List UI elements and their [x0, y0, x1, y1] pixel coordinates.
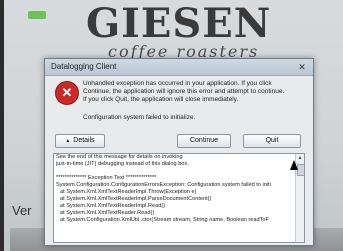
details-button-label: Details: [73, 137, 95, 144]
details-line: System.Configuration.ConfigurationErrors…: [56, 182, 271, 188]
details-line: [54, 168, 304, 175]
details-button[interactable]: ▲ Details: [55, 134, 105, 148]
brand-logo-text: GIESEN: [86, 0, 272, 47]
details-line: See the end of this message for details …: [56, 154, 183, 160]
details-line: at System.Xml.XmlTextReaderImpl.Read(): [60, 203, 166, 209]
details-line: just-in-time (JIT) debugging instead of …: [56, 161, 189, 167]
error-detail-message: Configuration system failed to initializ…: [83, 114, 196, 121]
exception-details-textbox[interactable]: See the end of this message for details …: [53, 153, 305, 243]
dialog-titlebar[interactable]: Datalogging Client ✕: [45, 59, 313, 76]
message-line: If you click Quit, the application will …: [83, 96, 239, 103]
message-line: Continue, the application will ignore th…: [83, 88, 285, 95]
dialog-title: Datalogging Client: [51, 62, 117, 71]
error-message: Unhandled exception has occurred in your…: [83, 80, 309, 104]
version-label: Ver: [12, 203, 32, 218]
mouse-cursor-icon: [290, 160, 298, 170]
close-icon[interactable]: ✕: [297, 62, 307, 72]
monitor-bezel: [0, 0, 4, 251]
message-line: Unhandled exception has occurred in your…: [83, 80, 272, 87]
dialog-button-bar: ▲ Details Continue Quit: [45, 130, 313, 148]
error-icon: ✕: [55, 81, 79, 105]
status-badge: [28, 11, 46, 19]
scroll-thumb[interactable]: [297, 164, 304, 176]
error-dialog: Datalogging Client ✕ ✕ Unhandled excepti…: [44, 58, 314, 246]
continue-button[interactable]: Continue: [177, 134, 231, 148]
details-line: at System.Xml.XmlTextReaderImpl.ParseDoc…: [60, 196, 212, 202]
chevron-up-icon: ▲: [65, 138, 71, 144]
details-line: ************** Exception Text **********…: [56, 175, 157, 181]
details-line: at System.Xml.XmlTextReader.Read(): [60, 210, 155, 216]
details-line: at System.Configuration.XmlUtil..ctor(St…: [60, 217, 269, 223]
quit-button[interactable]: Quit: [243, 134, 301, 148]
details-line: at System.Xml.XmlTextReaderImpl.Throw(Ex…: [60, 189, 197, 195]
